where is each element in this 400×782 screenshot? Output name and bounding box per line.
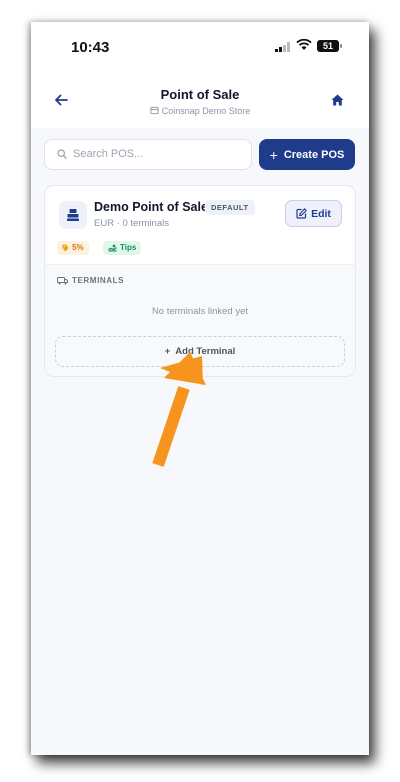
search-input[interactable]: Search POS... [44,139,252,170]
wifi-icon [296,39,312,50]
app-header: Point of Sale Coinsnap Demo Store [31,70,369,129]
battery-indicator: 51 [317,40,339,52]
tag-icon [62,244,69,252]
battery-tip [340,44,342,48]
store-icon [150,106,159,115]
pos-register-icon [67,209,79,221]
edit-button[interactable]: Edit [285,200,342,227]
pos-meta: EUR · 0 terminals [94,218,169,229]
status-time: 10:43 [71,39,110,56]
main-content: Search POS... + Create POS Demo Point of… [31,128,369,755]
plus-icon: + [164,346,171,357]
create-pos-label: Create POS [283,148,345,161]
store-name: Coinsnap Demo Store [161,106,251,116]
add-terminal-label: Add Terminal [175,346,236,357]
tips-tag: Tips [103,241,142,255]
pos-name: Demo Point of Sale [94,200,208,214]
page-title: Point of Sale [160,87,240,102]
pos-card: Demo Point of Sale DEFAULT EUR · 0 termi… [44,185,356,377]
terminal-icon [57,276,68,285]
edit-icon [296,208,307,219]
terminals-heading: TERMINALS [57,276,124,285]
add-terminal-button[interactable]: + Add Terminal [55,336,345,367]
fee-value: 5% [72,243,84,252]
tips-label: Tips [120,243,137,252]
pos-avatar [59,201,87,229]
terminals-section: TERMINALS No terminals linked yet + Add … [45,264,355,376]
edit-label: Edit [311,207,331,220]
create-pos-button[interactable]: + Create POS [259,139,355,170]
no-terminals-text: No terminals linked yet [151,306,249,317]
tips-icon [108,244,117,252]
fee-tag: 5% [57,241,89,255]
plus-icon: + [269,146,278,163]
search-icon [57,149,67,159]
store-subtitle: Coinsnap Demo Store [31,106,369,116]
signal-icon [275,42,290,52]
home-icon[interactable] [331,94,344,106]
default-badge: DEFAULT [205,200,255,215]
status-bar: 10:43 51 [31,22,369,70]
search-placeholder: Search POS... [73,148,144,160]
terminals-heading-label: TERMINALS [72,276,125,285]
phone-screen: 10:43 51 Point of Sale Coinsnap Demo Sto… [31,22,369,755]
